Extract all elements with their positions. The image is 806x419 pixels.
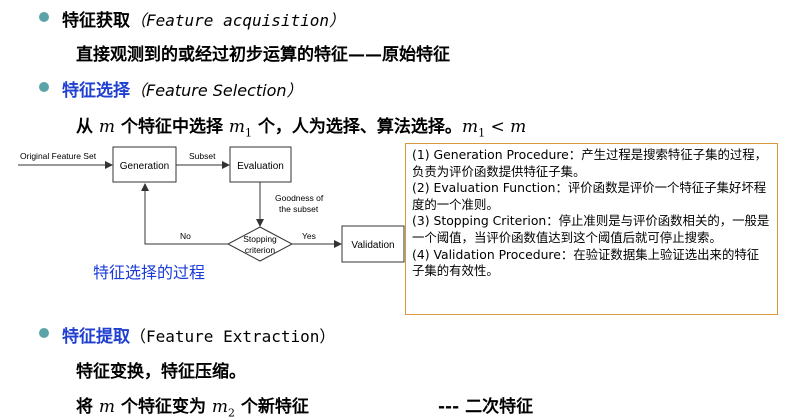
no-label: No [180,231,191,241]
stopping-label-1: Stopping [243,234,277,244]
math-var: m [211,397,229,417]
generation-label: Generation [120,161,169,172]
note-evaluation: (2) Evaluation Function：评价函数是评价一个特征子集好坏程… [412,180,767,212]
input-label: Original Feature Set [20,151,97,161]
title-en: （Feature Extraction） [130,327,336,346]
stopping-label-2: criterion [245,245,276,255]
title-zh: 特征提取 [62,327,130,347]
math-sub: 2 [228,406,236,419]
note-stopping: (3) Stopping Criterion：停止准则是与评价函数相关的，一般是… [412,213,770,245]
desc-text: 将 [76,397,93,417]
note-validation: (4) Validation Procedure：在验证数据集上验证选出来的特征… [412,246,760,279]
math-m: m [98,397,116,417]
section-feature-extraction-title: 特征提取（Feature Extraction） [62,322,335,347]
goodness-label-2: the subset [279,204,319,214]
feature-extraction-desc-1: 特征变换，特征压缩。 [76,362,246,382]
diagram-caption: 特征选择的过程 [93,263,206,282]
validation-label: Validation [351,240,394,251]
secondary-feature-label: --- 二次特征 [438,397,534,417]
desc-text: 个新特征 [240,397,309,417]
subset-label: Subset [189,151,216,161]
math-m2: m2 [211,397,236,419]
bullet-icon [39,328,49,338]
notes-box: (1) Generation Procedure：产生过程是搜索特征子集的过程，… [405,143,778,315]
evaluation-label: Evaluation [237,161,284,172]
yes-label: Yes [302,231,316,241]
note-generation: (1) Generation Procedure：产生过程是搜索特征子集的过程，… [412,147,768,179]
goodness-label-1: Goodness of [275,193,324,203]
desc-text: 个特征变为 [120,397,206,417]
stopping-criterion-diamond [226,226,294,262]
